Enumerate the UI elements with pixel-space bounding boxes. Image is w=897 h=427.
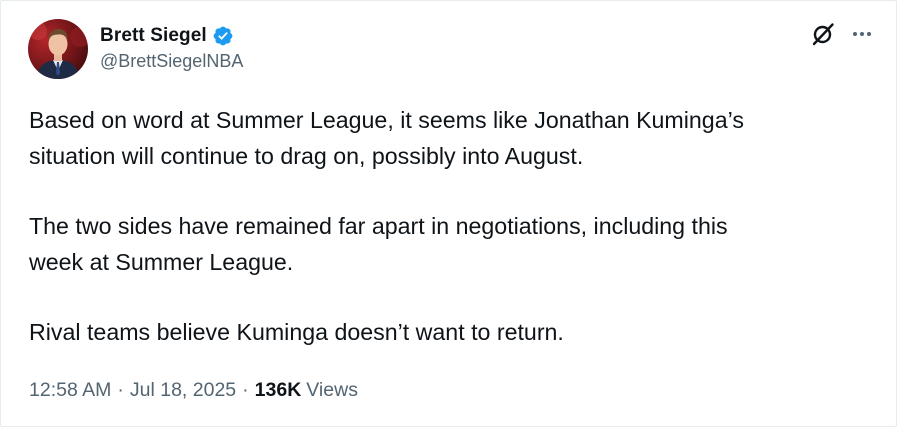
author-display-name[interactable]: Brett Siegel [100, 25, 207, 47]
meta-separator: · [117, 379, 124, 401]
verified-badge-icon [212, 25, 234, 47]
grok-icon[interactable] [810, 21, 836, 47]
avatar[interactable] [28, 19, 88, 79]
author-names: Brett Siegel @BrettSiegelNBA [100, 22, 243, 72]
tweet-paragraph: The two sides have remained far apart in… [29, 213, 728, 275]
tweet-header: Brett Siegel @BrettSiegelNBA [28, 19, 243, 81]
tweet-paragraph: Rival teams believe Kuminga doesn’t want… [29, 319, 564, 345]
tweet-actions-top [810, 21, 874, 47]
tweet-paragraph: Based on word at Summer League, it seems… [29, 107, 744, 169]
author-handle[interactable]: @BrettSiegelNBA [100, 51, 243, 72]
avatar-image [29, 22, 88, 79]
name-row: Brett Siegel [100, 22, 243, 49]
tweet-date[interactable]: Jul 18, 2025 [130, 379, 236, 402]
more-options-icon[interactable] [850, 22, 874, 46]
meta-separator: · [242, 379, 249, 401]
tweet-time[interactable]: 12:58 AM [29, 379, 111, 402]
tweet-text: Based on word at Summer League, it seems… [29, 102, 869, 384]
tweet-meta: 12:58 AM · Jul 18, 2025 · 136K Views [29, 379, 358, 402]
tweet-card: Brett Siegel @BrettSiegelNBA Based on wo… [0, 0, 897, 427]
views-count: 136K [254, 379, 302, 401]
views-label: Views [306, 379, 358, 401]
